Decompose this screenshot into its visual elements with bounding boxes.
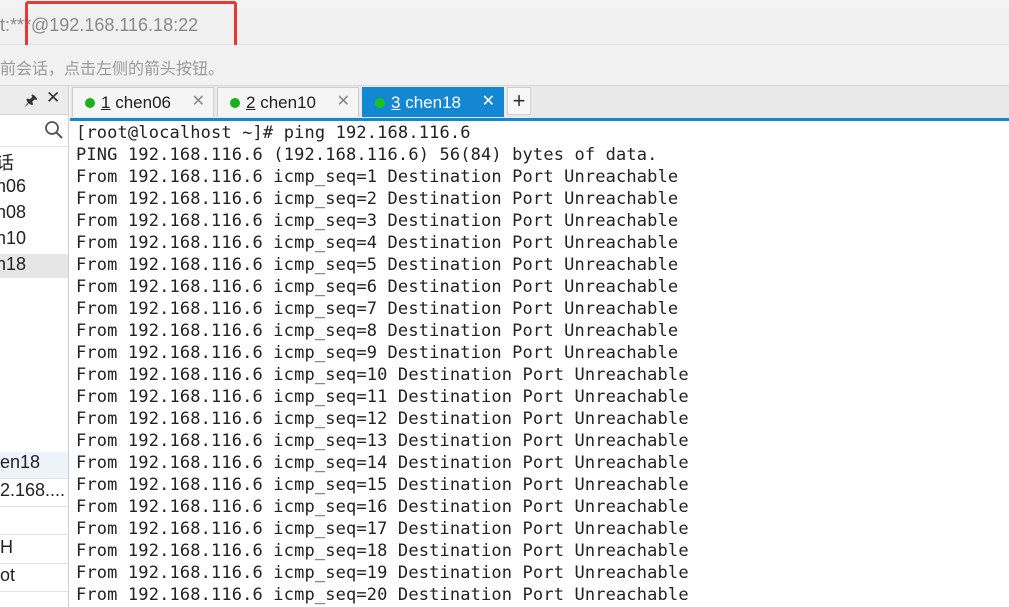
terminal-line: From 192.168.116.6 icmp_seq=6 Destinatio…	[76, 277, 679, 297]
terminal-line: From 192.168.116.6 icmp_seq=16 Destinati…	[76, 497, 689, 517]
tab-chen10[interactable]: 2 chen10 ✕	[217, 87, 359, 117]
tab-label: 2 chen10	[246, 93, 316, 113]
tab-chen18[interactable]: 3 chen18 ✕	[362, 87, 504, 117]
terminal-line: From 192.168.116.6 icmp_seq=10 Destinati…	[76, 365, 689, 385]
new-tab-button[interactable]: +	[507, 87, 531, 115]
tab-chen06[interactable]: 1 chen06 ✕	[72, 87, 214, 117]
terminal-line: From 192.168.116.6 icmp_seq=5 Destinatio…	[76, 255, 679, 275]
terminal-line: From 192.168.116.6 icmp_seq=3 Destinatio…	[76, 211, 679, 231]
tab-label: 3 chen18	[391, 93, 461, 113]
terminal-line: From 192.168.116.6 icmp_seq=13 Destinati…	[76, 431, 689, 451]
terminal-output[interactable]: [root@localhost ~]# ping 192.168.116.6 P…	[70, 121, 1009, 607]
terminal-line: From 192.168.116.6 icmp_seq=4 Destinatio…	[76, 233, 679, 253]
terminal-line: [root@localhost ~]# ping 192.168.116.6	[76, 123, 471, 143]
pin-icon[interactable]: 🖈︎	[24, 90, 38, 115]
tab-number: 1	[101, 93, 111, 112]
terminal-line: From 192.168.116.6 icmp_seq=2 Destinatio…	[76, 189, 679, 209]
highlight-box	[25, 1, 237, 50]
terminal-line: From 192.168.116.6 icmp_seq=14 Destinati…	[76, 453, 689, 473]
tab-number: 2	[246, 93, 256, 112]
terminal-line: PING 192.168.116.6 (192.168.116.6) 56(84…	[76, 145, 658, 165]
tree-item-selected[interactable]: n18	[0, 254, 68, 278]
terminal-line: From 192.168.116.6 icmp_seq=1 Destinatio…	[76, 167, 679, 187]
search-icon[interactable]	[44, 120, 64, 140]
terminal-line: From 192.168.116.6 icmp_seq=15 Destinati…	[76, 475, 689, 495]
tab-name: chen18	[405, 93, 461, 112]
hint-bar: 前会话，点击左侧的箭头按钮。	[0, 45, 1009, 86]
status-dot-icon	[375, 98, 385, 108]
tab-name: chen06	[115, 93, 171, 112]
tree-item[interactable]: 话	[0, 149, 68, 173]
terminal-line: From 192.168.116.6 icmp_seq=20 Destinati…	[76, 585, 689, 605]
close-icon[interactable]: ✕	[46, 88, 60, 108]
property-row: ot	[0, 565, 68, 592]
terminal-line: From 192.168.116.6 icmp_seq=17 Destinati…	[76, 519, 689, 539]
session-panel: 🖈︎ ✕ 话 n06 n08 n10 n18 en18 2.168.... H …	[0, 86, 69, 607]
tree-item[interactable]: n08	[0, 202, 68, 226]
session-panel-header: 🖈︎ ✕	[0, 86, 68, 115]
terminal-line: From 192.168.116.6 icmp_seq=11 Destinati…	[76, 387, 689, 407]
property-row	[0, 508, 68, 535]
tree-item[interactable]: n10	[0, 228, 68, 252]
terminal-line: From 192.168.116.6 icmp_seq=12 Destinati…	[76, 409, 689, 429]
tab-name: chen10	[260, 93, 316, 112]
property-row: H	[0, 537, 68, 564]
hint-text: 前会话，点击左侧的箭头按钮。	[0, 61, 225, 78]
property-row: en18	[0, 452, 68, 479]
tree-item[interactable]: n06	[0, 176, 68, 200]
status-dot-icon	[230, 98, 240, 108]
terminal-line: From 192.168.116.6 icmp_seq=8 Destinatio…	[76, 321, 679, 341]
close-tab-icon[interactable]: ✕	[337, 91, 350, 111]
terminal-line: From 192.168.116.6 icmp_seq=9 Destinatio…	[76, 343, 679, 363]
close-tab-icon[interactable]: ✕	[482, 91, 495, 111]
tab-label: 1 chen06	[101, 93, 171, 113]
terminal-line: From 192.168.116.6 icmp_seq=7 Destinatio…	[76, 299, 679, 319]
close-tab-icon[interactable]: ✕	[192, 91, 205, 111]
terminal-line: From 192.168.116.6 icmp_seq=19 Destinati…	[76, 563, 689, 583]
session-search[interactable]	[0, 116, 68, 147]
status-dot-icon	[85, 98, 95, 108]
tab-number: 3	[391, 93, 401, 112]
session-tab-bar: 1 chen06 ✕ 2 chen10 ✕ 3 chen18 ✕ +	[70, 86, 1009, 121]
property-row: 2.168....	[0, 480, 68, 507]
terminal-line: From 192.168.116.6 icmp_seq=18 Destinati…	[76, 541, 689, 561]
